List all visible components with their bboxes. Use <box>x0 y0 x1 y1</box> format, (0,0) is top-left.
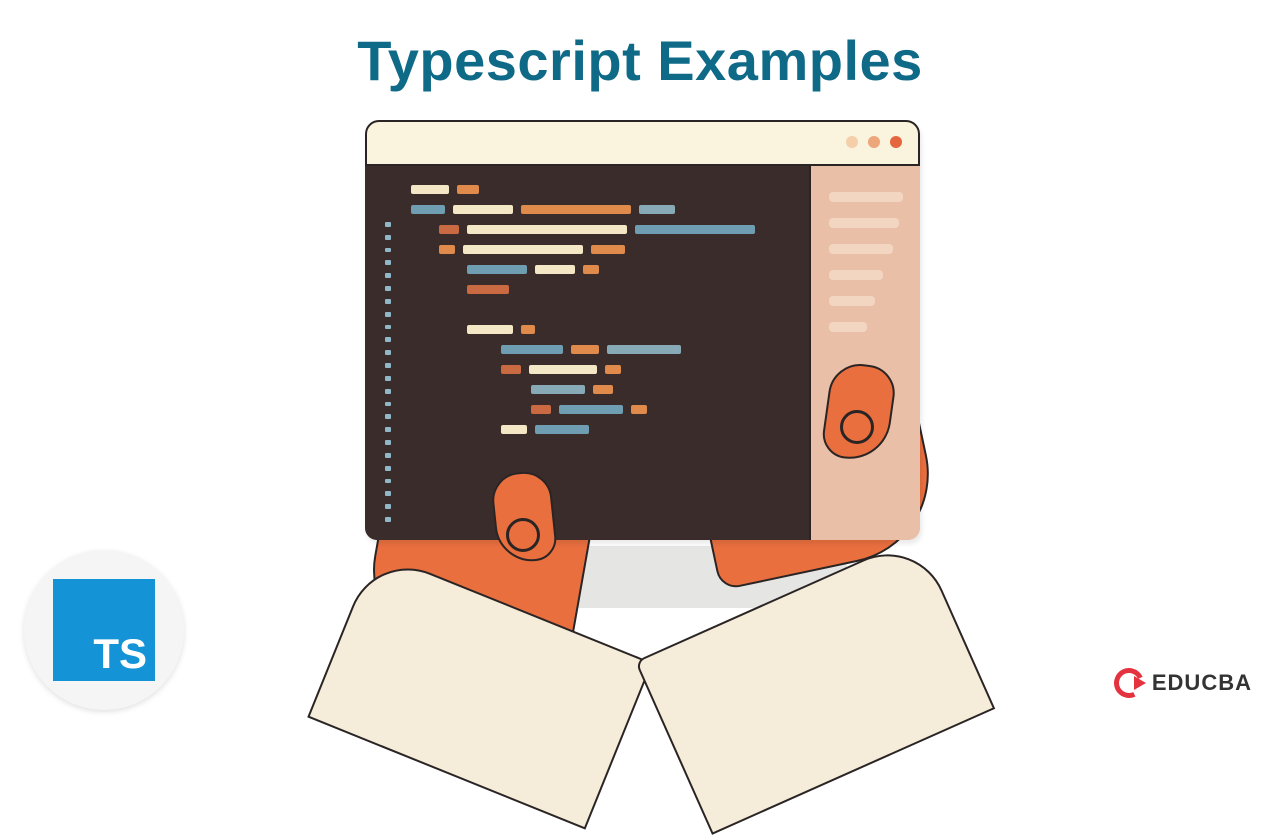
right-thumb-circle-icon <box>840 410 874 444</box>
brand-mark-icon <box>1114 668 1144 698</box>
code-line <box>501 364 795 375</box>
window-dot-icon <box>846 136 858 148</box>
code-token <box>535 265 575 274</box>
code-token <box>501 365 521 374</box>
code-line <box>467 324 795 335</box>
page-title: Typescript Examples <box>357 28 923 93</box>
code-line <box>501 344 795 355</box>
code-token <box>571 345 599 354</box>
code-token <box>583 265 599 274</box>
code-editor-area <box>365 166 809 540</box>
code-lines <box>411 184 795 435</box>
code-line <box>467 264 795 275</box>
code-token <box>593 385 613 394</box>
code-token <box>411 185 449 194</box>
sidebar-line <box>829 322 867 332</box>
code-token <box>529 365 597 374</box>
code-token <box>501 425 527 434</box>
ts-logo-tile: TS <box>53 579 155 681</box>
sidebar-line <box>829 296 875 306</box>
window-dot-icon <box>890 136 902 148</box>
code-token <box>607 345 681 354</box>
code-token <box>591 245 625 254</box>
code-token <box>531 385 585 394</box>
code-token <box>631 405 647 414</box>
code-gutter <box>385 222 391 522</box>
code-token <box>467 265 527 274</box>
code-line <box>531 404 795 415</box>
brand-name: EDUCBA <box>1152 670 1252 696</box>
hero-illustration <box>320 110 960 650</box>
code-token <box>453 205 513 214</box>
code-token <box>501 345 563 354</box>
code-token <box>467 225 627 234</box>
code-line <box>411 304 795 315</box>
window-dot-icon <box>868 136 880 148</box>
tablet-device <box>365 120 920 540</box>
left-thumb-circle-icon <box>506 518 540 552</box>
code-token <box>521 325 535 334</box>
code-token <box>535 425 589 434</box>
sidebar-line <box>829 192 903 202</box>
sidebar-line <box>829 218 899 228</box>
ts-logo-text: TS <box>93 633 147 675</box>
code-token <box>635 225 755 234</box>
code-token <box>467 285 509 294</box>
right-sleeve <box>635 535 995 835</box>
code-token <box>639 205 675 214</box>
brand-logo: EDUCBA <box>1114 668 1252 698</box>
sidebar-line <box>829 270 883 280</box>
code-line <box>439 244 795 255</box>
sidebar-line <box>829 244 893 254</box>
code-line <box>467 284 795 295</box>
code-line <box>501 424 795 435</box>
code-token <box>531 405 551 414</box>
code-token <box>457 185 479 194</box>
code-token <box>439 225 459 234</box>
code-line <box>411 204 795 215</box>
code-line <box>411 184 795 195</box>
code-token <box>605 365 621 374</box>
code-token <box>439 245 455 254</box>
code-line <box>439 224 795 235</box>
typescript-badge: TS <box>24 550 184 710</box>
code-token <box>559 405 623 414</box>
code-token <box>467 325 513 334</box>
code-token <box>463 245 583 254</box>
code-token <box>521 205 631 214</box>
window-topbar <box>365 120 920 166</box>
code-token <box>411 205 445 214</box>
editor-sidebar <box>809 166 920 540</box>
code-line <box>531 384 795 395</box>
